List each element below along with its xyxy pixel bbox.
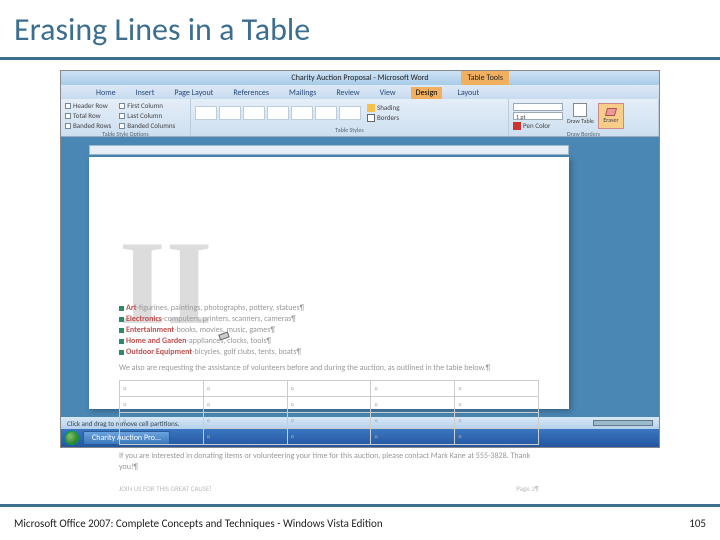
table-row: ¤¤¤¤¤ [120, 397, 539, 413]
checkbox-icon [65, 113, 71, 119]
bullet-list: Art-figurines, paintings, photographs, p… [119, 303, 539, 357]
borders-button[interactable]: Borders [367, 113, 400, 122]
list-item: Electronics-computers, printers, scanner… [119, 314, 539, 324]
ribbon-tab-strip: Home Insert Page Layout References Maili… [61, 85, 659, 99]
table-row: ¤¤¤¤¤ [120, 413, 539, 429]
table-row: ¤¤¤¤ [120, 429, 539, 445]
pen-weight-dropdown[interactable]: 1 pt [513, 112, 563, 120]
draw-table-icon [573, 103, 587, 117]
tab-layout[interactable]: Layout [452, 87, 484, 99]
eraser-button[interactable]: Eraser [598, 103, 624, 129]
bullet-icon [119, 306, 124, 311]
opt-first-column[interactable]: First Column [119, 101, 175, 110]
checkbox-icon [65, 103, 71, 109]
slide-page-number: 105 [689, 517, 706, 530]
list-item: Outdoor Equipment-bicycles, golf clubs, … [119, 347, 539, 357]
bullet-icon [119, 328, 124, 333]
style-swatch[interactable] [195, 106, 217, 120]
tab-design[interactable]: Design [411, 87, 443, 99]
bullet-icon [119, 339, 124, 344]
checkbox-icon [119, 103, 125, 109]
pen-color-button[interactable]: Pen Color [513, 121, 563, 130]
borders-icon [367, 114, 375, 122]
table-style-gallery[interactable] [195, 106, 361, 120]
body-paragraph-1: We also are requesting the assistance of… [119, 363, 539, 374]
contextual-tab-label: Table Tools [461, 71, 509, 85]
tab-page-layout[interactable]: Page Layout [169, 87, 218, 99]
title-underline [0, 57, 720, 60]
tab-view[interactable]: View [375, 87, 401, 99]
list-item: Art-figurines, paintings, photographs, p… [119, 303, 539, 313]
style-swatch[interactable] [339, 106, 361, 120]
style-swatch[interactable] [315, 106, 337, 120]
word-screenshot: Charity Auction Proposal - Microsoft Wor… [60, 70, 660, 448]
style-swatch[interactable] [219, 106, 241, 120]
start-button[interactable] [65, 431, 79, 445]
list-item: Entertainment-books, movies, music, game… [119, 325, 539, 335]
opt-banded-rows[interactable]: Banded Rows [65, 121, 111, 130]
document-page: II Art-figurines, paintings, photographs… [89, 157, 569, 409]
slide-footer: Microsoft Office 2007: Complete Concepts… [0, 504, 720, 540]
tab-mailings[interactable]: Mailings [284, 87, 321, 99]
horizontal-ruler[interactable] [89, 145, 569, 155]
style-swatch[interactable] [291, 106, 313, 120]
ribbon: Header Row Total Row Banded Rows First C… [61, 99, 659, 137]
opt-total-row[interactable]: Total Row [65, 111, 111, 120]
word-table[interactable]: ¤¤¤¤¤ ¤¤¤¤¤ ¤¤¤¤¤ ¤¤¤¤ [119, 380, 539, 445]
pen-style-dropdown[interactable] [513, 103, 563, 111]
eraser-icon [605, 108, 617, 116]
tab-review[interactable]: Review [331, 87, 364, 99]
list-item: Home and Garden-appliances, clocks, tool… [119, 336, 539, 346]
window-doc-title: Charity Auction Proposal - Microsoft Wor… [291, 73, 428, 83]
footer-text: Microsoft Office 2007: Complete Concepts… [14, 517, 383, 530]
draw-table-button[interactable]: Draw Table [567, 103, 594, 125]
checkbox-icon [65, 123, 71, 129]
paint-bucket-icon [367, 104, 375, 112]
opt-header-row[interactable]: Header Row [65, 101, 111, 110]
page-footer-text: JOIN US FOR THIS GREAT CAUSE! [119, 484, 212, 493]
page-number-field: Page 2¶ [516, 484, 539, 493]
body-paragraph-2: If you are interested in donating items … [119, 451, 539, 473]
checkbox-icon [119, 123, 125, 129]
group-label-styles: Table Styles [195, 126, 504, 134]
zoom-controls[interactable] [593, 420, 653, 426]
group-table-style-options: Header Row Total Row Banded Rows First C… [61, 99, 191, 136]
pen-color-icon [513, 122, 521, 130]
opt-banded-columns[interactable]: Banded Columns [119, 121, 175, 130]
style-swatch[interactable] [267, 106, 289, 120]
style-swatch[interactable] [243, 106, 265, 120]
tab-home[interactable]: Home [91, 87, 121, 99]
checkbox-icon [119, 113, 125, 119]
bullet-icon [119, 350, 124, 355]
bullet-icon [119, 317, 124, 322]
window-titlebar: Charity Auction Proposal - Microsoft Wor… [61, 71, 659, 85]
group-draw-borders: 1 pt Pen Color Draw Table Eraser Draw Bo… [509, 99, 659, 136]
tab-insert[interactable]: Insert [131, 87, 160, 99]
shading-button[interactable]: Shading [367, 103, 400, 112]
document-viewport: II Art-figurines, paintings, photographs… [61, 137, 659, 417]
group-table-styles: Shading Borders Table Styles [191, 99, 509, 136]
tab-references[interactable]: References [228, 87, 274, 99]
slide-title: Erasing Lines in a Table [0, 0, 720, 57]
opt-last-column[interactable]: Last Column [119, 111, 175, 120]
table-row: ¤¤¤¤¤ [120, 381, 539, 397]
